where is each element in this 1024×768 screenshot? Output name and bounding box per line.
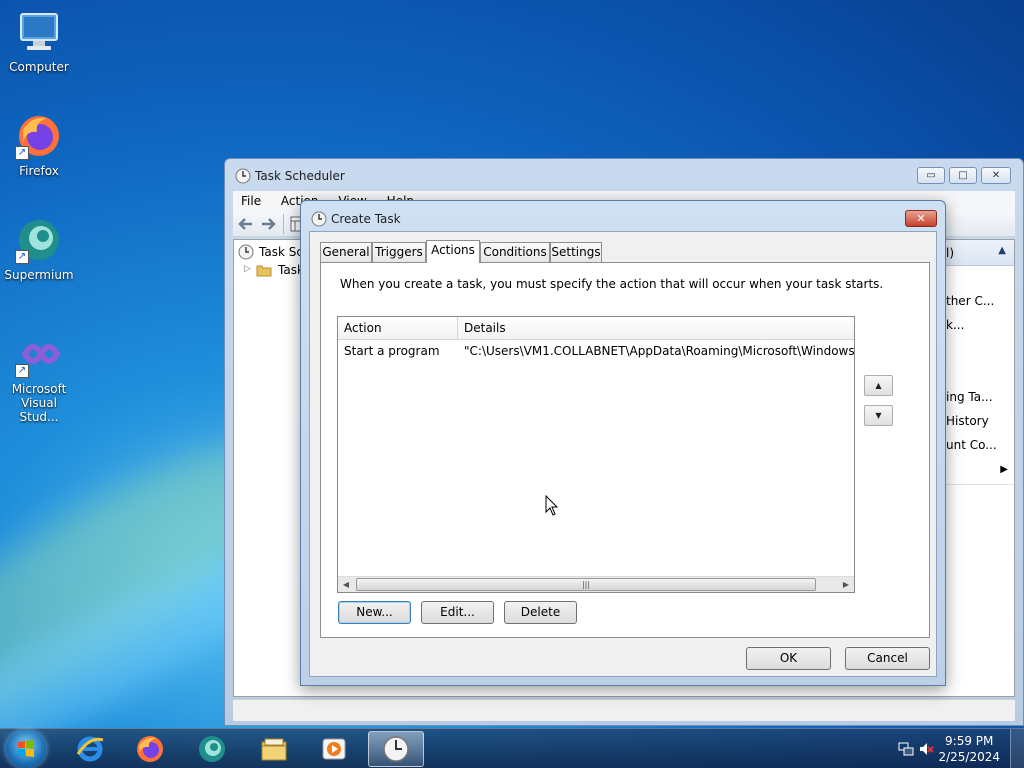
status-bar: [233, 699, 1015, 721]
window-title: Task Scheduler: [255, 169, 345, 183]
forward-arrow-icon[interactable]: [259, 215, 277, 233]
taskbar: 9:59 PM 2/25/2024: [0, 728, 1024, 768]
horizontal-scrollbar[interactable]: ◀ ||| ▶: [338, 576, 854, 592]
desktop-icon-label: Computer: [9, 60, 69, 74]
table-row[interactable]: Start a program "C:\Users\VM1.COLLABNET\…: [338, 341, 854, 361]
clock-icon: [235, 168, 251, 184]
taskbar-media-player[interactable]: [306, 731, 362, 767]
computer-icon: [15, 8, 63, 56]
desktop-icon-computer[interactable]: Computer: [2, 8, 76, 74]
taskbar-task-scheduler[interactable]: [368, 731, 424, 767]
clock[interactable]: 9:59 PM 2/25/2024: [938, 733, 1000, 765]
clock-icon: [238, 244, 254, 260]
internet-explorer-icon: [76, 736, 104, 762]
taskbar-firefox[interactable]: [122, 731, 178, 767]
supermium-icon: [199, 736, 225, 762]
show-desktop-button[interactable]: [1010, 729, 1024, 768]
media-player-icon: [322, 738, 346, 760]
scroll-thumb[interactable]: |||: [356, 578, 816, 591]
desktop-icon-firefox[interactable]: ↗ Firefox: [2, 112, 76, 178]
firefox-icon: [137, 736, 163, 762]
back-arrow-icon[interactable]: [237, 215, 255, 233]
visual-studio-icon: ↗: [15, 330, 63, 378]
tab-general[interactable]: General: [320, 242, 372, 262]
column-header-details[interactable]: Details: [458, 317, 854, 340]
clock-time: 9:59 PM: [945, 734, 994, 748]
desktop-icon-visual-studio[interactable]: ↗ Microsoft Visual Stud...: [2, 330, 76, 424]
taskbar-supermium[interactable]: [184, 731, 240, 767]
desktop-icon-supermium[interactable]: ↗ Supermium: [2, 216, 76, 282]
move-down-button[interactable]: ▼: [864, 405, 893, 426]
dialog-title: Create Task: [331, 212, 401, 226]
start-button[interactable]: [6, 730, 46, 768]
network-icon[interactable]: [898, 741, 914, 757]
actions-pane-item[interactable]: ing Ta...: [946, 390, 993, 404]
clock-icon: [311, 211, 327, 227]
new-action-button[interactable]: New...: [338, 601, 411, 624]
actions-table[interactable]: Action Details Start a program "C:\Users…: [337, 316, 855, 593]
windows-logo-icon: [18, 740, 34, 757]
tree-expand-icon[interactable]: ▷: [244, 264, 251, 274]
mouse-cursor-icon: [545, 495, 559, 516]
collapse-arrow-icon[interactable]: ▲: [998, 245, 1006, 256]
shortcut-arrow-icon: ↗: [15, 146, 29, 160]
actions-tab-panel: When you create a task, you must specify…: [320, 262, 930, 638]
actions-pane-header: l) ▲: [946, 240, 1014, 266]
taskbar-internet-explorer[interactable]: [62, 731, 118, 767]
clock-date: 2/25/2024: [938, 750, 1000, 764]
firefox-icon: ↗: [15, 112, 63, 160]
desktop-icon-label: Firefox: [19, 164, 59, 178]
desktop-icon-label: Microsoft Visual Stud...: [11, 382, 67, 424]
tab-conditions[interactable]: Conditions: [480, 242, 550, 262]
dialog-close-button[interactable]: ✕: [905, 210, 937, 227]
dialog-body: General Triggers Actions Conditions Sett…: [309, 231, 937, 677]
close-button[interactable]: ✕: [981, 167, 1011, 184]
clock-icon: [383, 736, 409, 762]
maximize-button[interactable]: □: [949, 167, 977, 184]
minimize-button[interactable]: ▭: [917, 167, 945, 184]
actions-description: When you create a task, you must specify…: [340, 277, 884, 291]
create-task-dialog: Create Task ✕ General Triggers Actions C…: [300, 200, 946, 686]
desktop-icon-label: Supermium: [4, 268, 74, 282]
taskbar-file-explorer[interactable]: [246, 731, 302, 767]
volume-muted-icon[interactable]: [918, 741, 934, 757]
folder-icon: [256, 265, 272, 277]
submenu-arrow-icon[interactable]: ▶: [1000, 464, 1008, 475]
tab-actions[interactable]: Actions: [426, 240, 480, 263]
shortcut-arrow-icon: ↗: [15, 364, 29, 378]
menu-file[interactable]: File: [233, 191, 269, 211]
tab-triggers[interactable]: Triggers: [372, 242, 426, 262]
ok-button[interactable]: OK: [746, 647, 831, 670]
pane-divider: [946, 484, 1014, 485]
cell-action: Start a program: [344, 344, 440, 358]
toolbar-separator: [283, 214, 284, 234]
edit-action-button[interactable]: Edit...: [421, 601, 494, 624]
supermium-icon: ↗: [15, 216, 63, 264]
scroll-right-icon[interactable]: ▶: [838, 579, 854, 591]
folder-icon: [261, 738, 287, 761]
actions-pane-item[interactable]: ther C...: [946, 294, 994, 308]
cell-details: "C:\Users\VM1.COLLABNET\AppData\Roaming\…: [464, 344, 854, 358]
cancel-button[interactable]: Cancel: [845, 647, 930, 670]
scroll-left-icon[interactable]: ◀: [338, 579, 354, 591]
actions-pane-item[interactable]: k...: [946, 318, 964, 332]
column-header-action[interactable]: Action: [338, 317, 458, 340]
actions-pane-item[interactable]: unt Co...: [946, 438, 997, 452]
delete-action-button[interactable]: Delete: [504, 601, 577, 624]
shortcut-arrow-icon: ↗: [15, 250, 29, 264]
move-up-button[interactable]: ▲: [864, 375, 893, 396]
actions-pane-item[interactable]: History: [946, 414, 989, 428]
tab-settings[interactable]: Settings: [550, 242, 602, 262]
